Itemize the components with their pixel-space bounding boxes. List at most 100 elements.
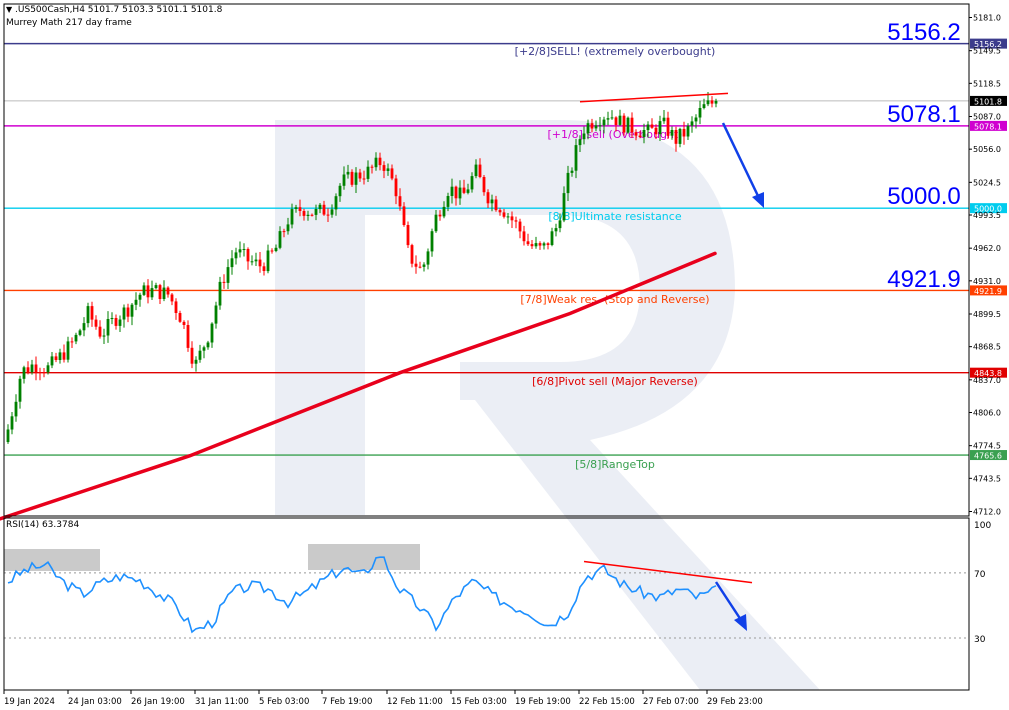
- murrey-label-p2_8: [+2/8]SELL! (extremely overbought): [515, 45, 716, 58]
- candle-body: [410, 245, 414, 264]
- candle-body: [486, 192, 490, 204]
- candle-body: [578, 139, 582, 146]
- axes: 5156.25078.15000.04921.94843.84765.65101…: [3, 3, 1007, 707]
- candle-body: [370, 166, 374, 168]
- rsi-label: RSI(14) 63.3784: [6, 520, 80, 530]
- candle-body: [178, 313, 182, 322]
- rsi-axis-label: 30: [974, 635, 986, 645]
- candle-body: [662, 117, 666, 122]
- candle-body: [674, 130, 678, 144]
- candle-body: [130, 304, 134, 317]
- candle-body: [454, 186, 458, 199]
- candle-body: [498, 210, 502, 213]
- murrey-price-p2_8: 5156.2: [887, 19, 960, 46]
- candle-body: [382, 165, 386, 171]
- rsi-panel-border: [3, 517, 970, 691]
- candle-body: [534, 243, 538, 247]
- chevron-down-icon[interactable]: ▼: [6, 5, 12, 14]
- x-tick-label: 19 Feb 19:00: [515, 697, 571, 707]
- candle-body: [542, 243, 546, 246]
- x-tick-label: 24 Jan 03:00: [68, 697, 122, 707]
- candle-body: [554, 228, 558, 232]
- candle-body: [286, 224, 290, 232]
- symbol-line: .US500Cash,H4 5101.7 5103.3 5101.1 5101.…: [15, 5, 223, 15]
- candle-body: [226, 267, 230, 283]
- candle-body: [518, 221, 522, 232]
- candle-body: [302, 211, 306, 216]
- candle-body: [686, 125, 690, 137]
- candle-body: [166, 287, 170, 295]
- candle-body: [386, 168, 390, 171]
- y-tick-label: 4993.5: [973, 211, 1001, 220]
- candle-body: [426, 251, 430, 265]
- candle-body: [414, 263, 418, 267]
- x-tick-label: 29 Feb 23:00: [707, 697, 763, 707]
- candle-body: [702, 104, 706, 108]
- candle-body: [482, 177, 486, 193]
- candle-body: [526, 241, 530, 245]
- candle-body: [42, 372, 46, 374]
- candle-body: [146, 285, 150, 298]
- candle-body: [102, 335, 106, 337]
- candle-body: [506, 216, 510, 218]
- murrey-label-l5_8: [5/8]RangeTop: [575, 458, 655, 471]
- candle-body: [138, 294, 142, 300]
- candle-body: [338, 185, 342, 197]
- y-tick-label: 4899.5: [973, 310, 1001, 319]
- main-panel-border: [3, 3, 970, 517]
- candle-body: [118, 319, 122, 326]
- candle-body: [494, 199, 498, 211]
- candle-body: [450, 186, 454, 196]
- candle-body: [22, 367, 26, 379]
- candle-body: [278, 231, 282, 248]
- candle-body: [122, 307, 126, 320]
- y-tick-label: 5181.0: [973, 14, 1001, 23]
- candle-body: [598, 125, 602, 127]
- candle-body: [710, 100, 714, 104]
- candle-body: [562, 193, 566, 221]
- current-price-tag: 5101.8: [974, 97, 1002, 106]
- candle-body: [614, 117, 618, 125]
- candle-body: [418, 266, 422, 268]
- candle-body: [170, 294, 174, 302]
- candle-body: [366, 166, 370, 179]
- candle-body: [298, 207, 302, 211]
- candle-body: [490, 199, 494, 204]
- y-tick-label: 4806.0: [973, 408, 1001, 417]
- x-tick-label: 26 Jan 19:00: [131, 697, 185, 707]
- candle-body: [202, 347, 206, 351]
- candle-body: [6, 429, 10, 442]
- rsi-panel: 100 70 30: [4, 521, 991, 645]
- candle-body: [470, 176, 474, 190]
- candle-body: [246, 249, 250, 262]
- candle-body: [114, 318, 118, 326]
- candle-body: [394, 178, 398, 197]
- y-tick-label: 5056.0: [973, 145, 1001, 154]
- candle-body: [602, 119, 606, 126]
- candle-body: [402, 206, 406, 225]
- candle-body: [642, 130, 646, 137]
- candle-body: [630, 117, 634, 133]
- candle-body: [682, 128, 686, 137]
- candle-body: [82, 323, 86, 331]
- candle-body: [638, 135, 642, 137]
- candle-body: [510, 216, 514, 221]
- y-tick-label: 4774.5: [973, 442, 1001, 451]
- y-tick-label: 4931.0: [973, 277, 1001, 286]
- price-tag-p1_8: 5078.1: [974, 122, 1002, 131]
- candle-body: [502, 212, 506, 217]
- candle-body: [194, 359, 198, 364]
- candle-body: [38, 372, 42, 373]
- candle-body: [74, 334, 78, 342]
- candle-body: [222, 281, 226, 283]
- candle-body: [658, 121, 662, 135]
- candle-body: [446, 196, 450, 207]
- candle-body: [362, 178, 366, 180]
- candle-body: [198, 350, 202, 360]
- candle-body: [690, 121, 694, 126]
- murrey-label-l8_8: [8/8]Ultimate resistance: [548, 210, 681, 223]
- candle-body: [154, 285, 158, 289]
- candle-body: [594, 125, 598, 129]
- y-tick-label: 4743.5: [973, 474, 1001, 483]
- candle-body: [66, 341, 70, 360]
